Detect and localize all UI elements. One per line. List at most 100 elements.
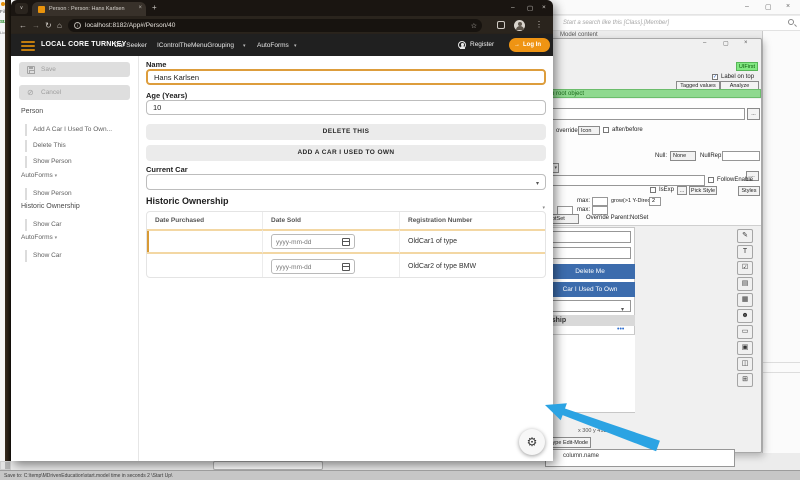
save-button[interactable]: Save — [19, 62, 130, 77]
minimize-icon[interactable]: – — [745, 3, 749, 10]
login-button[interactable]: → Log In — [509, 38, 550, 52]
close-icon[interactable]: × — [542, 4, 546, 11]
more-dots-icon[interactable]: ••• — [617, 326, 624, 333]
calendar-icon[interactable]: ▦ — [737, 293, 753, 307]
styles-button[interactable]: Styles — [738, 186, 760, 196]
isexp-checkbox[interactable] — [650, 187, 656, 193]
save-icon — [27, 65, 36, 75]
home-icon[interactable]: ⌂ — [57, 21, 62, 30]
reload-icon[interactable]: ↻ — [45, 21, 52, 30]
registration-cell: OldCar2 of type BMW — [399, 254, 545, 277]
minimize-icon[interactable]: – — [511, 4, 515, 11]
nullrep-label: NullRep: — [700, 153, 724, 159]
historic-ownership-table: Date Purchased Date Sold Registration Nu… — [146, 211, 546, 278]
pick-style-button[interactable]: Pick Style — [689, 186, 717, 195]
sidebar-item-show-car[interactable]: Show Car — [25, 219, 129, 231]
preview-add-car-button[interactable]: Car I Used To Own — [545, 282, 635, 297]
scrollbar-thumb[interactable] — [5, 462, 10, 469]
hamburger-icon[interactable] — [21, 41, 35, 51]
nav-grouping[interactable]: IControlTheMenuGrouping — [157, 42, 234, 49]
person-icon[interactable]: ☻ — [737, 309, 753, 323]
sidebar-section-person[interactable]: Person — [21, 108, 43, 115]
after-before-checkbox[interactable] — [603, 127, 609, 133]
close-icon[interactable]: × — [744, 40, 748, 46]
extensions-icon[interactable] — [497, 20, 505, 29]
gear-icon: ⚙ — [526, 435, 538, 449]
sidebar-section-autoforms[interactable]: AutoForms ▾ — [21, 172, 57, 179]
preview-input[interactable] — [549, 231, 631, 243]
max-input[interactable] — [592, 197, 608, 206]
tab-search-icon[interactable]: ∨ — [15, 3, 28, 14]
forward-icon[interactable]: → — [32, 21, 40, 30]
search-icon — [788, 19, 794, 25]
sidebar-item-show-person[interactable]: Show Person — [25, 156, 129, 168]
sidebar-item-add-car[interactable]: Add A Car I Used To Own... — [25, 124, 129, 136]
ellipsis-button[interactable]: ... — [747, 108, 760, 120]
columns-icon[interactable]: ◫ — [737, 357, 753, 371]
background-field — [213, 461, 323, 470]
preview-combo[interactable]: ▾ — [549, 300, 631, 313]
ellipsis-button[interactable]: ... — [677, 186, 687, 195]
text-icon[interactable]: T — [737, 245, 753, 259]
profile-avatar[interactable] — [514, 19, 525, 31]
sidebar-section-autoforms-2[interactable]: AutoForms ▾ — [21, 234, 57, 241]
grow-input[interactable]: 2 — [649, 197, 661, 206]
preview-delete-me-button[interactable]: Delete Me — [545, 264, 635, 279]
expression-input[interactable] — [545, 175, 705, 186]
url-bar[interactable]: i localhost:8182/App#/Person/40 ☆ — [68, 19, 482, 32]
status-text: Save to: C:\temp\MDrivenEducation\start.… — [4, 473, 173, 479]
minimize-icon[interactable]: – — [703, 40, 706, 46]
name-field[interactable] — [146, 69, 546, 85]
age-label: Age (Years) — [146, 91, 188, 100]
label-on-top-checkbox[interactable]: ✓ — [712, 74, 718, 80]
sidebar-item-delete-this[interactable]: Delete This — [25, 140, 129, 152]
age-field[interactable] — [146, 100, 546, 115]
login-arrow-icon: → — [514, 41, 520, 48]
date-purchased-input[interactable] — [147, 231, 254, 252]
browser-tab[interactable]: Person : Person: Hans Karlsen × — [32, 2, 146, 16]
delete-this-button[interactable]: DELETE THIS — [146, 124, 546, 140]
close-icon[interactable]: × — [786, 3, 790, 10]
current-car-select[interactable]: ▾ — [146, 174, 546, 190]
chevron-down-icon: ▾ — [620, 307, 624, 313]
col-header-registration: Registration Number — [399, 212, 545, 229]
sidebar-item-show-car-2[interactable]: Show Car — [25, 250, 129, 262]
icon-combo[interactable]: Icon — [578, 126, 600, 135]
bookmark-star-icon[interactable]: ☆ — [471, 22, 477, 30]
edit-icon[interactable]: ✎ — [737, 229, 753, 243]
grid-icon[interactable]: ⊞ — [737, 373, 753, 387]
null-combo[interactable]: None — [670, 151, 696, 161]
nav-autoforms[interactable]: AutoForms — [257, 42, 289, 49]
preview-input[interactable] — [549, 247, 631, 259]
date-sold-input[interactable]: yyyy-mm-dd — [271, 259, 355, 274]
field-icon[interactable]: ▭ — [737, 325, 753, 339]
property-input[interactable] — [549, 108, 745, 120]
checkbox-icon[interactable]: ☑ — [737, 261, 753, 275]
sidebar-item-show-person-2[interactable]: Show Person — [25, 188, 129, 200]
site-info-icon[interactable]: i — [74, 22, 81, 29]
name-label: Name — [146, 60, 167, 69]
isexp-label: IsExp — [659, 187, 675, 193]
maximize-icon[interactable]: ▢ — [527, 4, 533, 12]
calendar-icon[interactable] — [342, 238, 350, 246]
nullrep-input[interactable] — [722, 151, 760, 161]
calendar-icon[interactable] — [342, 263, 350, 271]
new-tab-button[interactable]: + — [152, 3, 157, 12]
nav-car-seeker[interactable]: Car Seeker — [114, 42, 147, 49]
image-icon[interactable]: ▣ — [737, 341, 753, 355]
date-sold-input[interactable]: yyyy-mm-dd — [271, 234, 355, 249]
sidebar-section-historic[interactable]: Historic Ownership — [21, 203, 80, 210]
add-car-button[interactable]: ADD A CAR I USED TO OWN — [146, 145, 546, 161]
follow-enable-checkbox[interactable] — [708, 177, 714, 183]
cancel-button[interactable]: ⊘ Cancel — [19, 85, 130, 100]
max2-input[interactable] — [592, 206, 608, 215]
date-placeholder: yyyy-mm-dd — [276, 263, 312, 271]
maximize-icon[interactable]: ▢ — [765, 3, 772, 11]
browser-menu-icon[interactable]: ⋮ — [535, 20, 543, 29]
register-link[interactable]: Register — [470, 41, 494, 48]
list-icon[interactable]: ▤ — [737, 277, 753, 291]
back-icon[interactable]: ← — [19, 21, 27, 30]
browser-window: ∨ Person : Person: Hans Karlsen × + – ▢ … — [11, 0, 553, 461]
maximize-icon[interactable]: ▢ — [723, 40, 729, 47]
close-icon[interactable]: × — [138, 5, 142, 11]
